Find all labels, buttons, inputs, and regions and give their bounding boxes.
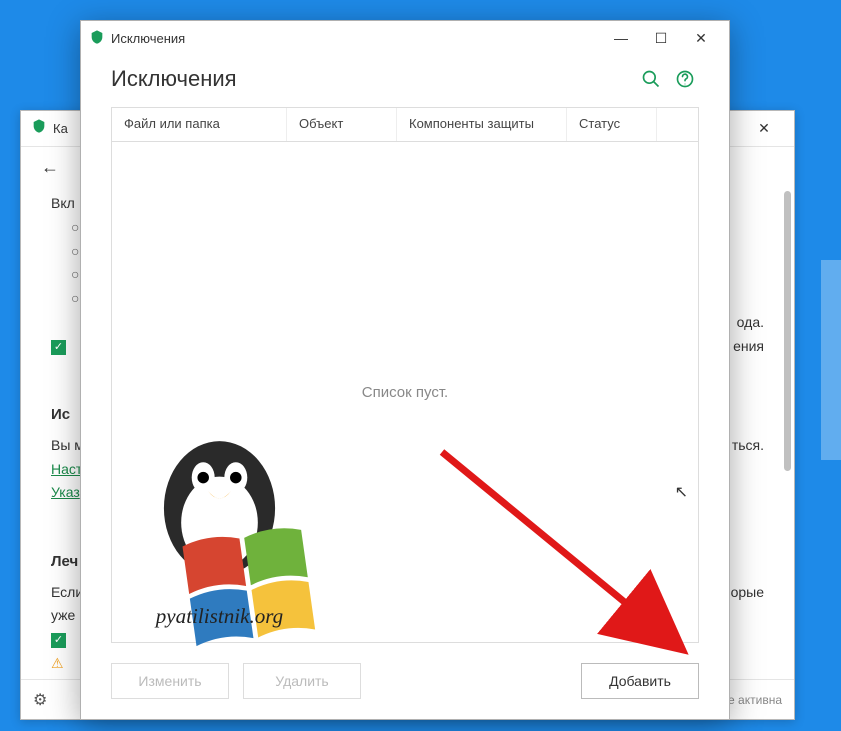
search-icon[interactable] <box>637 65 665 93</box>
col-spacer <box>657 108 698 141</box>
windows-desktop-edge <box>821 260 841 460</box>
table-body: Список пуст. <box>112 142 698 642</box>
frag-right: ения <box>733 335 764 359</box>
col-protection-components[interactable]: Компоненты защиты <box>397 108 567 141</box>
footer-status-text: е активна <box>728 693 782 707</box>
dialog-footer: Изменить Удалить Добавить <box>81 643 729 719</box>
checkbox-icon[interactable]: ✓ <box>51 340 66 355</box>
empty-list-message: Список пуст. <box>362 384 448 401</box>
annotation-arrow <box>432 442 692 667</box>
delete-button: Удалить <box>243 663 361 699</box>
help-icon[interactable] <box>671 65 699 93</box>
back-arrow-icon[interactable]: ← <box>41 157 59 178</box>
close-icon[interactable]: ✕ <box>681 23 721 53</box>
warning-icon: ⚠ <box>51 652 66 667</box>
watermark-text: pyatilistnik.org <box>154 604 283 628</box>
add-button[interactable]: Добавить <box>581 663 699 699</box>
gear-icon[interactable]: ⚙ <box>33 690 47 710</box>
col-status[interactable]: Статус <box>567 108 657 141</box>
shield-icon <box>89 29 105 48</box>
close-icon[interactable]: ✕ <box>744 114 784 144</box>
watermark-logo: pyatilistnik.org <box>112 422 327 652</box>
col-file-or-folder[interactable]: Файл или папка <box>112 108 287 141</box>
maximize-icon[interactable]: ☐ <box>641 23 681 53</box>
exclusions-dialog: Исключения — ☐ ✕ Исключения Файл или пап… <box>80 20 730 720</box>
dialog-title: Исключения <box>111 31 185 46</box>
dialog-header: Исключения <box>81 55 729 107</box>
scrollbar[interactable] <box>784 191 791 471</box>
specify-link[interactable]: Указ <box>51 484 80 500</box>
frag-right: орые <box>731 581 764 605</box>
edit-button: Изменить <box>111 663 229 699</box>
mouse-cursor-icon: ↖ <box>675 482 688 502</box>
checkbox-icon[interactable]: ✓ <box>51 633 66 648</box>
frag: Вы м <box>51 437 84 453</box>
checkbox-label <box>72 338 76 354</box>
col-object[interactable]: Объект <box>287 108 397 141</box>
exclusions-table: Файл или папка Объект Компоненты защиты … <box>111 107 699 643</box>
front-titlebar: Исключения — ☐ ✕ <box>81 21 729 55</box>
back-window-title: Ка <box>53 121 68 136</box>
minimize-icon[interactable]: — <box>601 23 641 53</box>
frag: Если <box>51 584 83 600</box>
settings-link[interactable]: Наст <box>51 461 82 477</box>
frag-right: ться. <box>732 434 764 458</box>
shield-icon <box>31 118 47 139</box>
page-title: Исключения <box>111 66 631 92</box>
table-header-row: Файл или папка Объект Компоненты защиты … <box>112 108 698 142</box>
